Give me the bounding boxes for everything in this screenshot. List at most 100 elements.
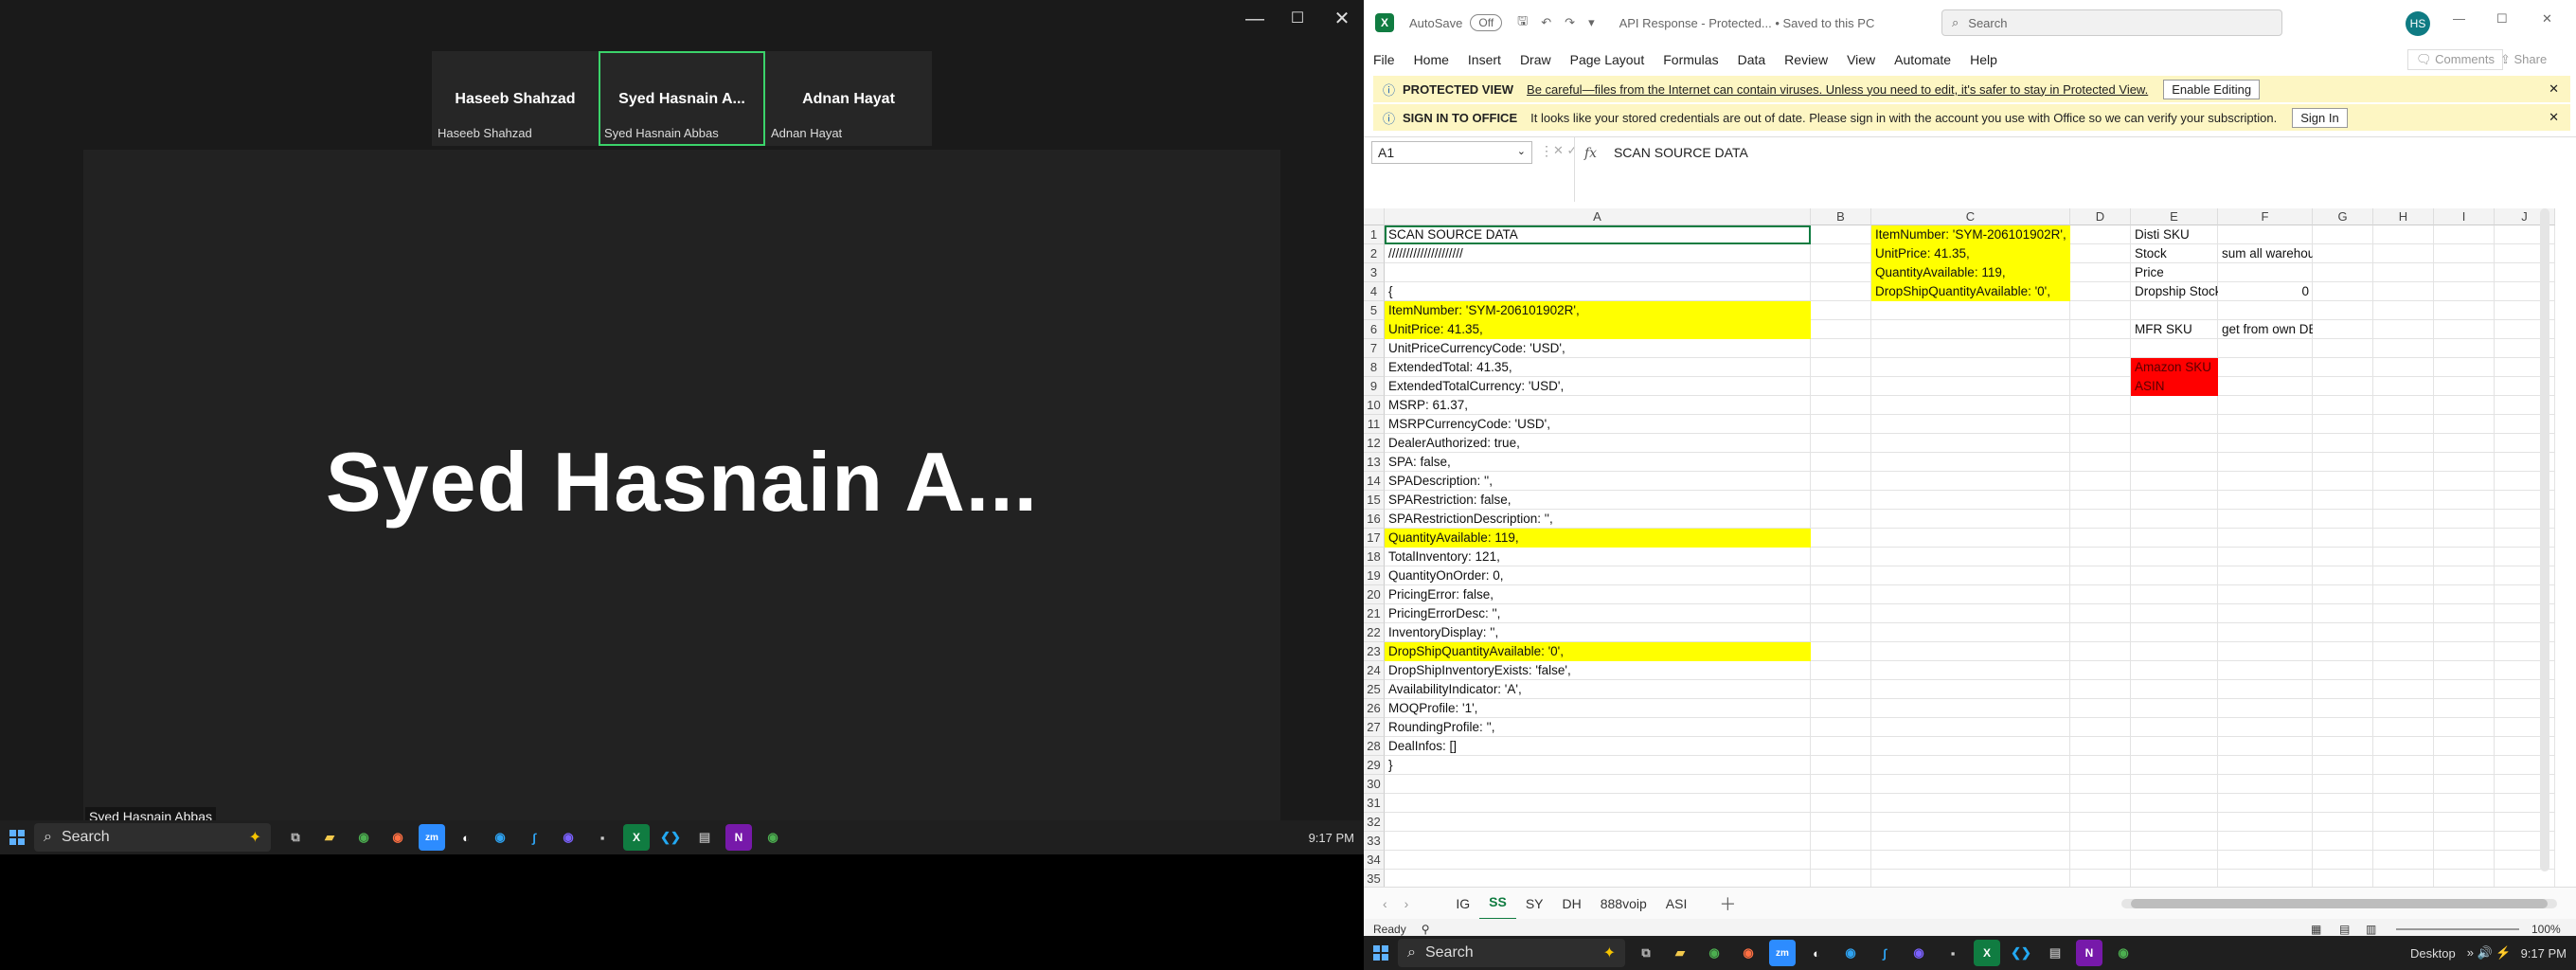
vscode-icon[interactable]: ❮❯ xyxy=(2008,940,2034,966)
prev-sheet-icon[interactable]: ‹ xyxy=(1383,896,1387,911)
column-header-g[interactable]: G xyxy=(2313,208,2373,225)
cell-f6[interactable]: get from own DB xyxy=(2218,320,2313,339)
file-explorer-icon[interactable]: ▰ xyxy=(1667,940,1693,966)
row-header[interactable]: 24 xyxy=(1364,661,1385,680)
close-icon[interactable]: ✕ xyxy=(2542,11,2552,27)
excel-icon[interactable]: X xyxy=(1974,940,2000,966)
cell-a13[interactable]: SPA: false, xyxy=(1385,453,1811,472)
cell-c3[interactable]: QuantityAvailable: 119, xyxy=(1871,263,2070,282)
tab-insert[interactable]: Insert xyxy=(1458,45,1511,74)
cell-a7[interactable]: UnitPriceCurrencyCode: 'USD', xyxy=(1385,339,1811,358)
cell-e2[interactable]: Stock xyxy=(2131,244,2218,263)
cell-a19[interactable]: QuantityOnOrder: 0, xyxy=(1385,566,1811,585)
protected-view-message[interactable]: Be careful—files from the Internet can c… xyxy=(1527,82,2148,97)
minimize-icon[interactable]: — xyxy=(2453,11,2465,26)
tab-data[interactable]: Data xyxy=(1728,45,1776,74)
row-header[interactable]: 6 xyxy=(1364,320,1385,339)
row-header[interactable]: 16 xyxy=(1364,510,1385,529)
page-layout-view-icon[interactable]: ▤ xyxy=(2339,923,2350,936)
column-header-e[interactable]: E xyxy=(2131,208,2218,225)
zoom-slider[interactable] xyxy=(2396,928,2519,930)
sheet-tab-dh[interactable]: DH xyxy=(1553,888,1591,920)
cell-a17[interactable]: QuantityAvailable: 119, xyxy=(1385,529,1811,548)
column-header-f[interactable]: F xyxy=(2218,208,2313,225)
participant-tile[interactable]: Haseeb Shahzad Haseeb Shahzad xyxy=(432,51,599,146)
cell-f2[interactable]: sum all warehouse xyxy=(2218,244,2313,263)
row-header[interactable]: 4 xyxy=(1364,282,1385,301)
name-box[interactable]: A1 ⌄ xyxy=(1371,141,1532,164)
start-button[interactable] xyxy=(1364,936,1398,970)
row-header[interactable]: 31 xyxy=(1364,794,1385,813)
task-view-icon[interactable]: ⧉ xyxy=(282,824,309,851)
row-header[interactable]: 18 xyxy=(1364,548,1385,566)
add-sheet-icon[interactable]: ＋ xyxy=(1719,891,1736,916)
cell-a12[interactable]: DealerAuthorized: true, xyxy=(1385,434,1811,453)
close-icon[interactable]: ✕ xyxy=(2549,81,2559,97)
browser-icon[interactable]: ◉ xyxy=(385,824,411,851)
sheet-tab-ig[interactable]: IG xyxy=(1446,888,1479,920)
cell-a1[interactable]: SCAN SOURCE DATA xyxy=(1385,225,1811,244)
row-header[interactable]: 26 xyxy=(1364,699,1385,718)
tab-page-layout[interactable]: Page Layout xyxy=(1561,45,1655,74)
row-header[interactable]: 5 xyxy=(1364,301,1385,320)
zoom-level[interactable]: 100% xyxy=(2531,923,2561,936)
app-icon[interactable]: ∫ xyxy=(1871,940,1898,966)
app-icon[interactable]: ◐ xyxy=(1803,940,1830,966)
cell-a10[interactable]: MSRP: 61.37, xyxy=(1385,396,1811,415)
row-header[interactable]: 35 xyxy=(1364,870,1385,889)
column-header-h[interactable]: H xyxy=(2373,208,2434,225)
next-sheet-icon[interactable]: › xyxy=(1404,896,1409,911)
formula-input[interactable]: fx SCAN SOURCE DATA xyxy=(1574,137,2576,202)
cell-a14[interactable]: SPADescription: '', xyxy=(1385,472,1811,491)
worksheet-grid[interactable]: A B C D E F G H I J 1 2 3 4 5 6 7 8 9 10 11 12 13 14 15 16 17 18 19 2… xyxy=(1364,208,2555,889)
chrome-icon[interactable]: ◉ xyxy=(1701,940,1727,966)
chrome-icon[interactable]: ◉ xyxy=(2110,940,2137,966)
row-header[interactable]: 34 xyxy=(1364,851,1385,870)
cell-a22[interactable]: InventoryDisplay: '', xyxy=(1385,623,1811,642)
restore-icon[interactable]: ☐ xyxy=(2496,11,2508,27)
cell-a9[interactable]: ExtendedTotalCurrency: 'USD', xyxy=(1385,377,1811,396)
row-header[interactable]: 11 xyxy=(1364,415,1385,434)
cell-c4[interactable]: DropShipQuantityAvailable: '0', xyxy=(1871,282,2070,301)
cell-a23[interactable]: DropShipQuantityAvailable: '0', xyxy=(1385,642,1811,661)
undo-icon[interactable]: ↶ xyxy=(1541,15,1551,30)
tab-home[interactable]: Home xyxy=(1404,45,1458,74)
excel-icon[interactable]: X xyxy=(623,824,650,851)
cell-e3[interactable]: Price xyxy=(2131,263,2218,282)
minimize-icon[interactable]: — xyxy=(1236,6,1274,32)
row-header[interactable]: 17 xyxy=(1364,529,1385,548)
cell-e6[interactable]: MFR SKU xyxy=(2131,320,2218,339)
app-icon[interactable]: ◉ xyxy=(487,824,513,851)
more-icon[interactable]: ⋮ xyxy=(1540,143,1553,159)
cell-e1[interactable]: Disti SKU xyxy=(2131,225,2218,244)
taskbar-search[interactable]: ⌕ Search ✦ xyxy=(1398,939,1625,967)
row-header[interactable]: 32 xyxy=(1364,813,1385,832)
excel-search-box[interactable]: ⌕ Search xyxy=(1941,9,2282,36)
column-header-c[interactable]: C xyxy=(1871,208,2070,225)
cell-e4[interactable]: Dropship Stock xyxy=(2131,282,2218,301)
start-button[interactable] xyxy=(0,820,34,854)
share-button[interactable]: ⇪ Share xyxy=(2500,52,2547,67)
column-header-d[interactable]: D xyxy=(2070,208,2131,225)
autosave-toggle[interactable]: Off xyxy=(1470,14,1503,31)
row-header[interactable]: 10 xyxy=(1364,396,1385,415)
chrome-icon[interactable]: ◉ xyxy=(350,824,377,851)
cell-a2[interactable]: ///////////////////// xyxy=(1385,244,1811,263)
cell-c2[interactable]: UnitPrice: 41.35, xyxy=(1871,244,2070,263)
desktop-label[interactable]: Desktop xyxy=(2410,946,2456,961)
row-header[interactable]: 7 xyxy=(1364,339,1385,358)
row-header[interactable]: 19 xyxy=(1364,566,1385,585)
notepad-icon[interactable]: ▤ xyxy=(2042,940,2068,966)
save-icon[interactable]: 🖫 xyxy=(1517,12,1528,33)
accessibility-icon[interactable]: ⚲ xyxy=(1422,923,1430,936)
cell-a4[interactable]: { xyxy=(1385,282,1811,301)
sheet-tab-888voip[interactable]: 888voip xyxy=(1591,888,1656,920)
onenote-icon[interactable]: N xyxy=(2076,940,2102,966)
app-icon[interactable]: ◉ xyxy=(1837,940,1864,966)
cell-e9[interactable]: ASIN xyxy=(2131,377,2218,396)
row-header[interactable]: 33 xyxy=(1364,832,1385,851)
tab-draw[interactable]: Draw xyxy=(1511,45,1561,74)
participant-tile-active[interactable]: Syed Hasnain A... Syed Hasnain Abbas xyxy=(599,51,765,146)
redo-icon[interactable]: ↷ xyxy=(1565,15,1575,30)
teams-icon[interactable]: ◉ xyxy=(1905,940,1932,966)
